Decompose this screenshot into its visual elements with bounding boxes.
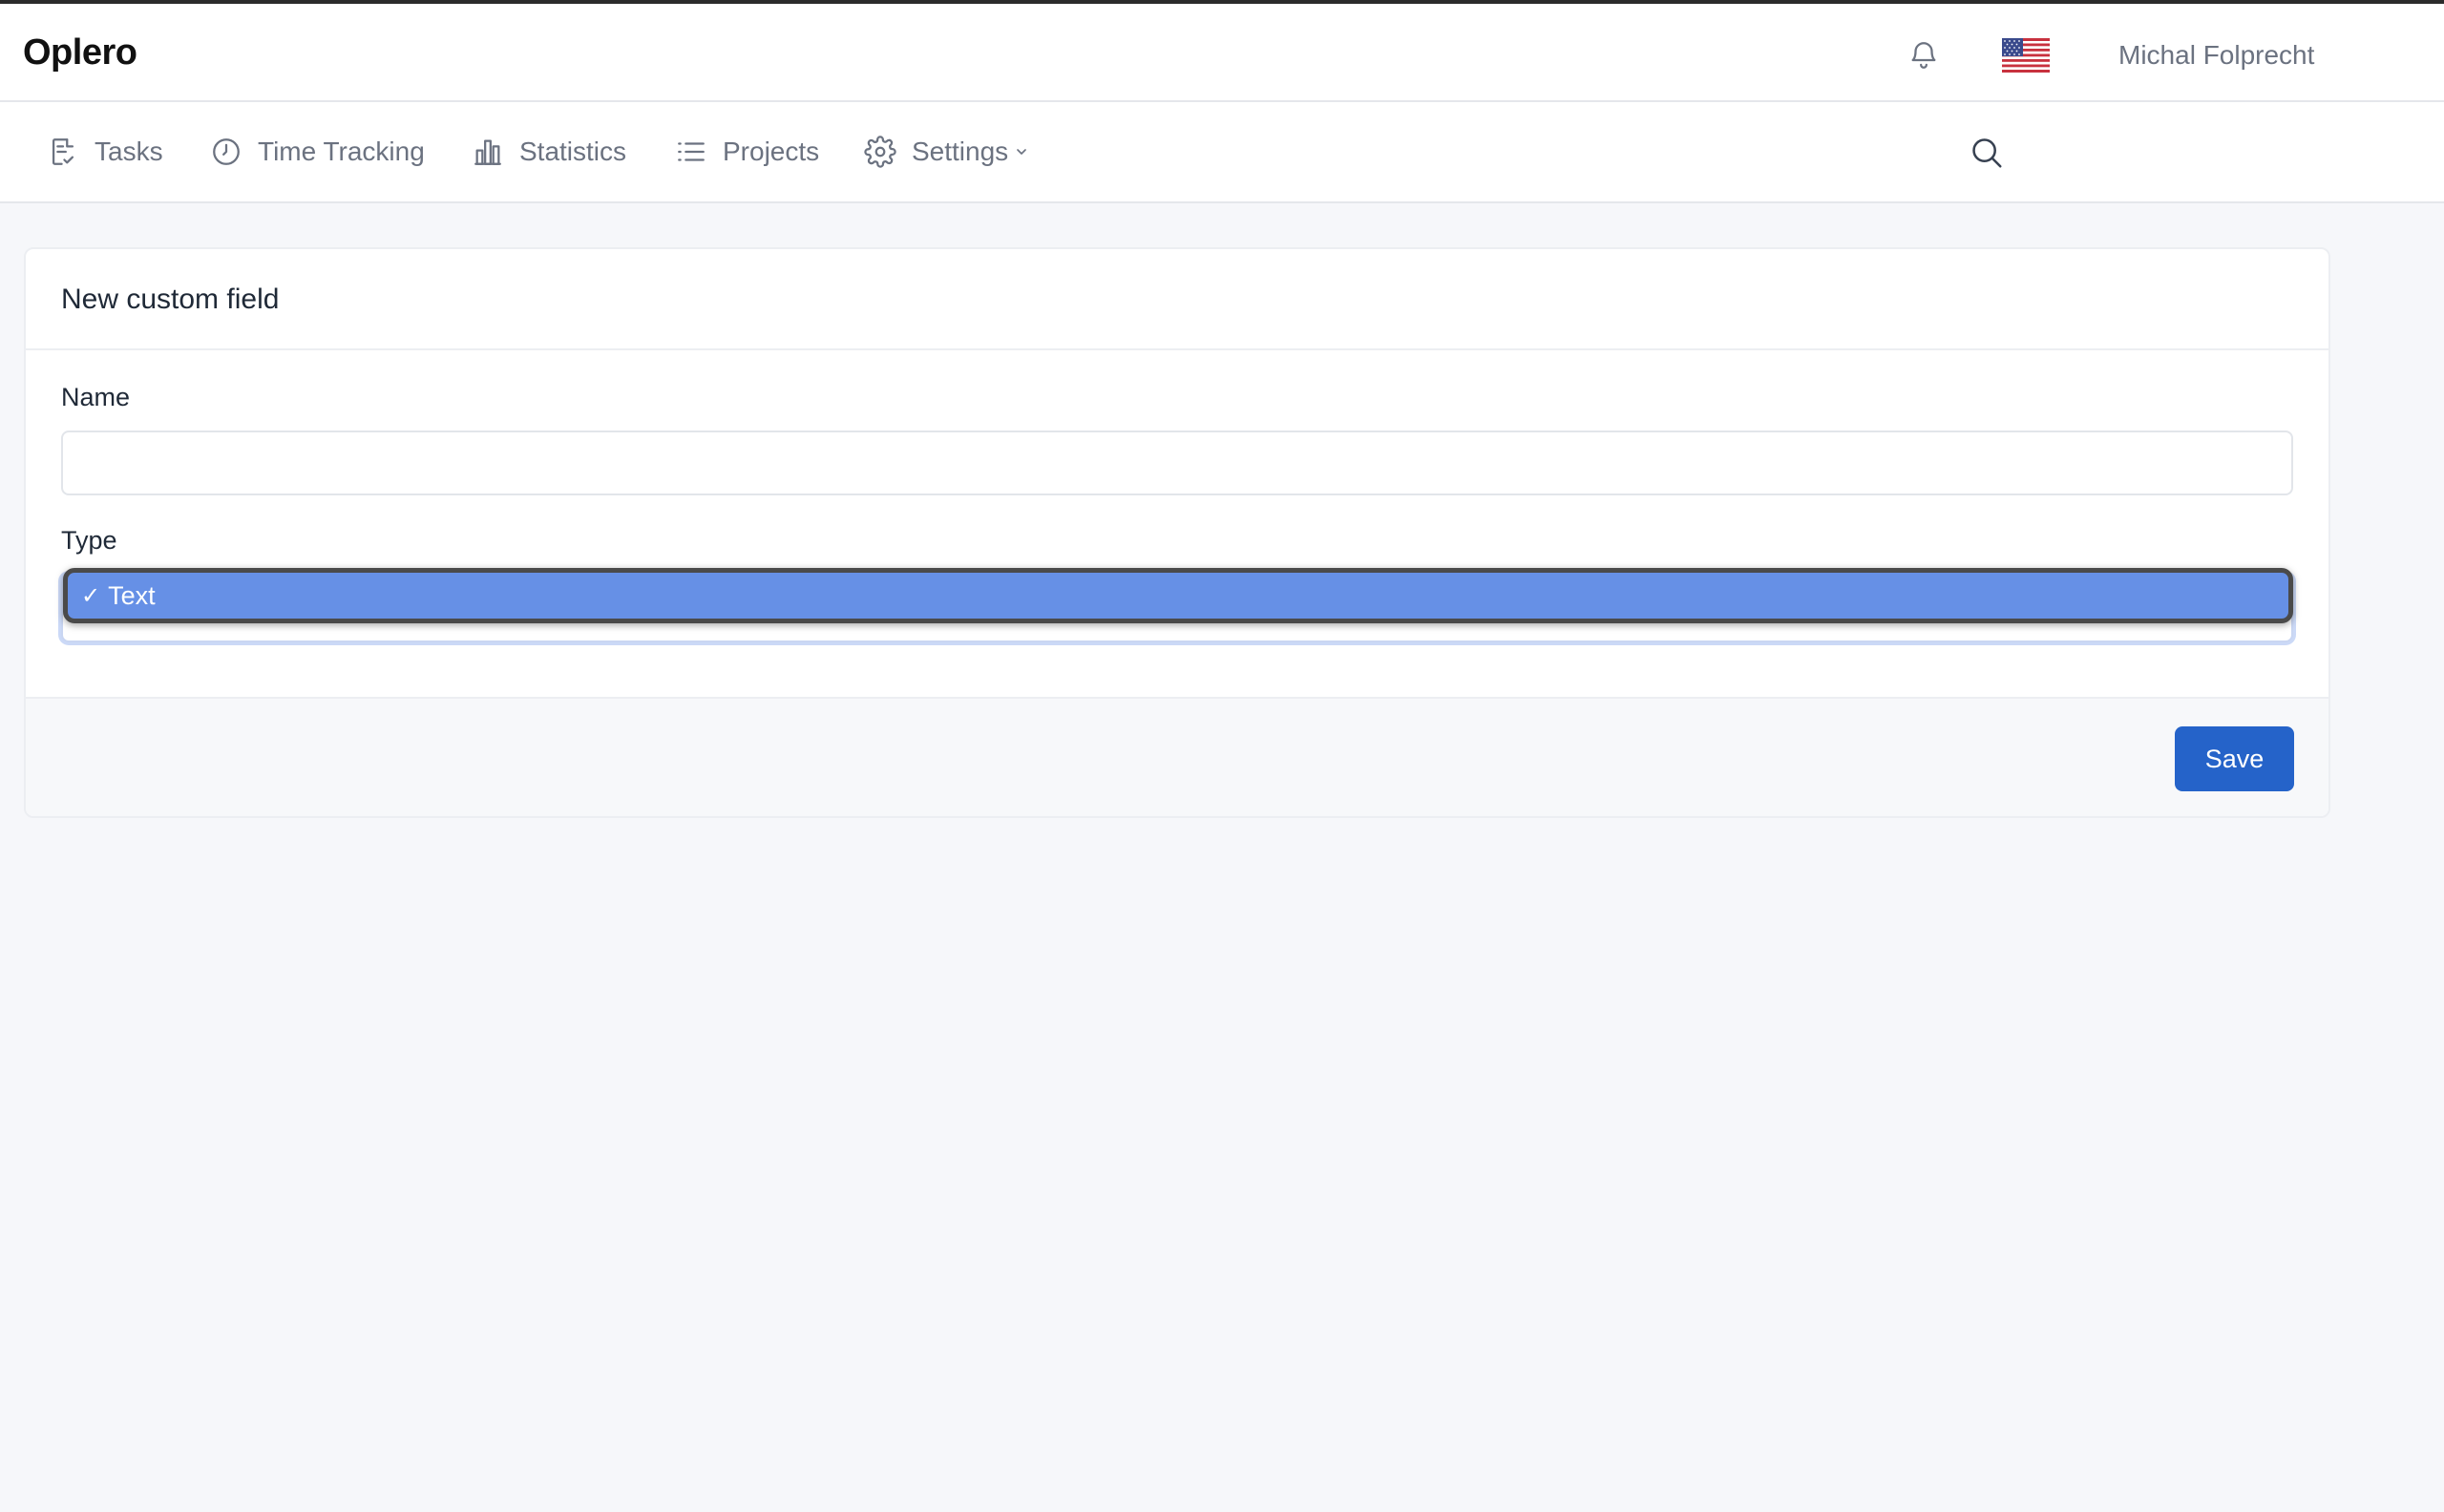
nav-label-time-tracking: Time Tracking xyxy=(258,136,425,166)
nav-label-settings: Settings xyxy=(912,136,1009,166)
card-header: New custom field xyxy=(26,249,2328,350)
main-nav: Tasks Time Tracking Statistics Projects … xyxy=(0,102,2444,203)
bell-icon[interactable] xyxy=(1907,38,1940,73)
name-input[interactable] xyxy=(61,430,2293,495)
nav-item-projects[interactable]: Projects xyxy=(675,102,819,201)
nav-item-time-tracking[interactable]: Time Tracking xyxy=(210,102,425,201)
top-header: Oplero Michal Folprecht xyxy=(0,0,2444,102)
nav-item-settings[interactable]: Settings xyxy=(864,102,1029,201)
type-label: Type xyxy=(61,526,117,555)
clock-icon xyxy=(213,138,240,165)
us-flag-icon[interactable] xyxy=(2002,38,2050,73)
list-icon xyxy=(678,142,705,161)
nav-item-statistics[interactable]: Statistics xyxy=(472,102,626,201)
gear-icon xyxy=(864,136,896,168)
checkmark-icon: ✓ xyxy=(81,582,101,609)
bar-chart-icon xyxy=(474,139,501,165)
user-menu[interactable]: Michal Folprecht xyxy=(2118,40,2314,71)
name-label: Name xyxy=(61,383,131,411)
type-option-label: Text xyxy=(108,580,156,610)
save-button[interactable]: Save xyxy=(2175,726,2294,791)
chevron-down-icon xyxy=(1017,149,1027,155)
card-footer: Save xyxy=(26,697,2328,816)
task-list-icon xyxy=(52,138,74,165)
nav-label-projects: Projects xyxy=(723,136,820,166)
custom-field-form-card: New custom field Name Type ✓ Text Save xyxy=(24,247,2330,818)
type-option-text[interactable]: ✓ Text xyxy=(63,568,2293,623)
nav-label-tasks: Tasks xyxy=(95,136,163,166)
app-logo[interactable]: Oplero xyxy=(23,32,137,74)
nav-item-tasks[interactable]: Tasks xyxy=(47,102,163,201)
nav-label-statistics: Statistics xyxy=(519,136,627,166)
page-title: New custom field xyxy=(61,284,280,315)
search-icon[interactable] xyxy=(1969,135,2005,171)
